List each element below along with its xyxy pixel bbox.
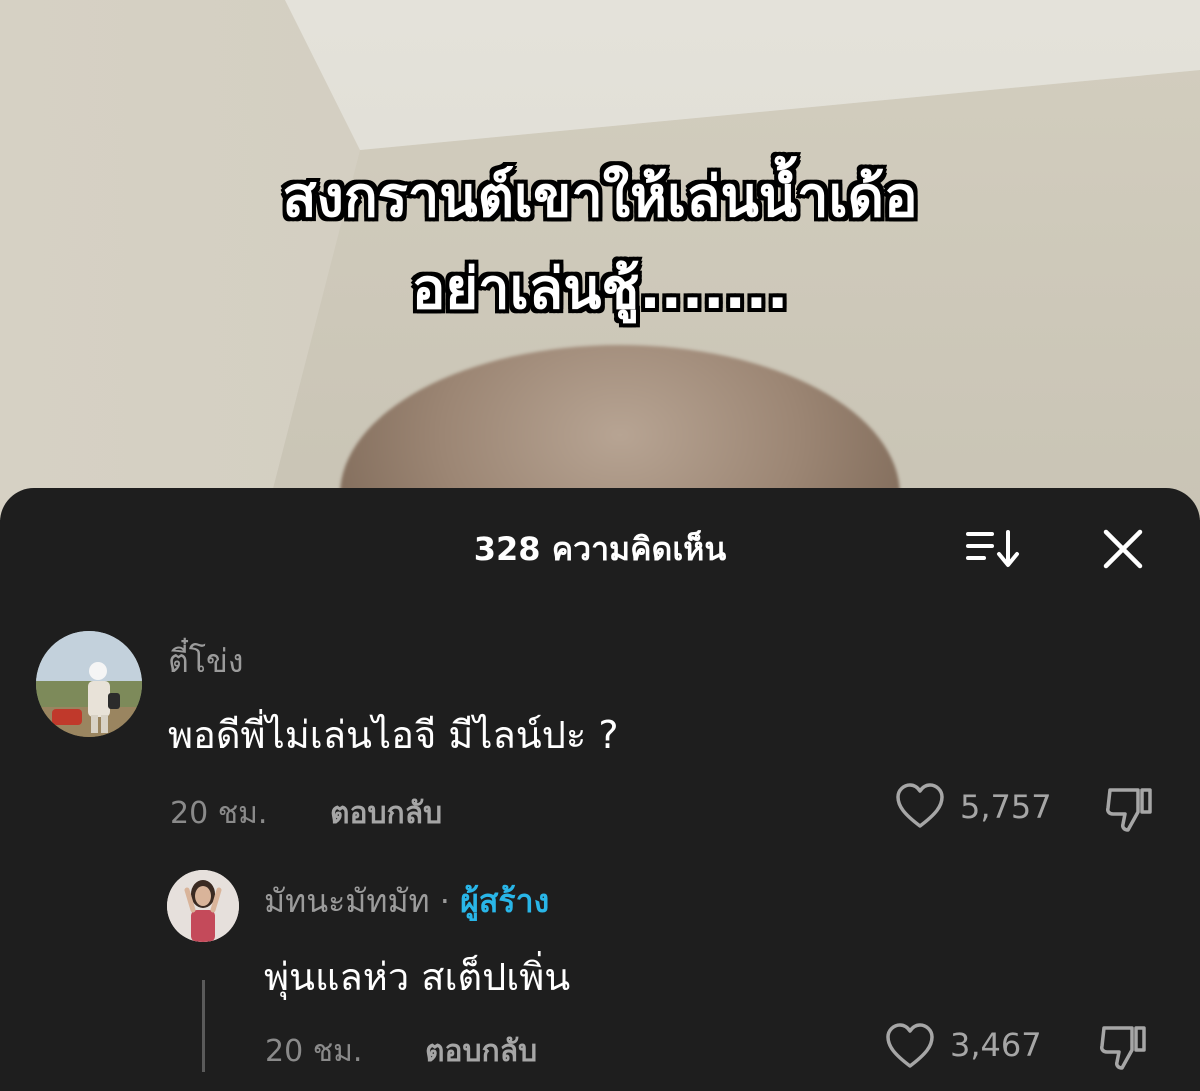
comment-text: พอดีพี่ไม่เล่นไอจี มีไลน์ปะ ?	[168, 713, 619, 757]
comment-timestamp: 20 ชม.	[170, 796, 268, 831]
dislike-icon[interactable]	[1104, 784, 1156, 834]
comments-sheet: 328 ความคิดเห็น ตี๋โข่ง พอดีพี่ไม่เล่นไอ…	[0, 488, 1200, 1091]
heart-icon[interactable]	[894, 782, 946, 830]
video-player[interactable]: สงกรานต์เขาให้เล่นน้ำเด้อ อย่าเล่นชู้...…	[0, 0, 1200, 520]
heart-icon[interactable]	[884, 1022, 936, 1070]
reply-like-count: 3,467	[950, 1026, 1042, 1064]
thread-line	[202, 980, 205, 1072]
sort-icon[interactable]	[962, 526, 1022, 570]
close-icon[interactable]	[1100, 526, 1146, 572]
username-separator: ·	[439, 882, 450, 920]
reply-text: พุ่นแลห่ว สเต็ปเพิ่น	[264, 955, 571, 999]
screen: สงกรานต์เขาให้เล่นน้ำเด้อ อย่าเล่นชู้...…	[0, 0, 1200, 1091]
dislike-icon[interactable]	[1098, 1022, 1150, 1072]
creator-avatar[interactable]	[167, 870, 239, 942]
comment-username[interactable]: ตี๋โข่ง	[168, 636, 243, 687]
reply-to-reply-button[interactable]: ตอบกลับ	[425, 1028, 537, 1075]
reply-username-line: มัทนะมัทมัท · ผู้สร้าง	[264, 876, 549, 927]
like-count: 5,757	[960, 788, 1052, 826]
reply-username[interactable]: มัทนะมัทมัท	[264, 882, 430, 920]
video-caption-line1: สงกรานต์เขาให้เล่นน้ำเด้อ	[282, 165, 918, 230]
video-caption-line2: อย่าเล่นชู้.......	[411, 257, 789, 322]
reply-button[interactable]: ตอบกลับ	[330, 790, 442, 837]
creator-badge: ผู้สร้าง	[460, 882, 550, 920]
commenter-avatar[interactable]	[36, 631, 142, 737]
reply-timestamp: 20 ชม.	[265, 1034, 363, 1069]
